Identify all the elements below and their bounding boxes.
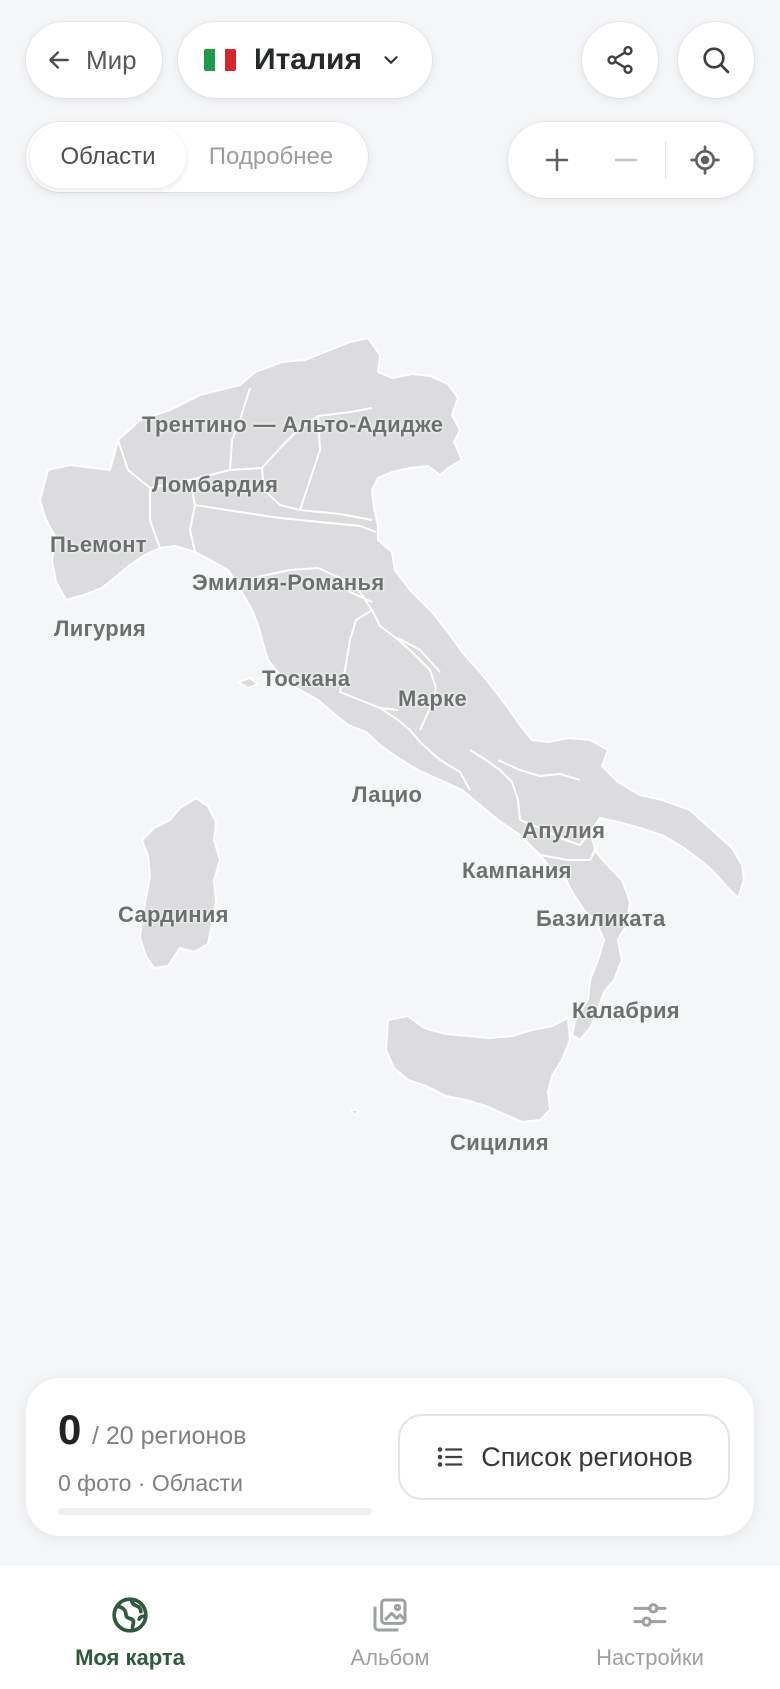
share-icon — [607, 46, 633, 74]
arrow-left-icon — [49, 51, 69, 69]
segment-details[interactable]: Подробнее — [186, 126, 356, 188]
country-name: Италия — [254, 43, 362, 76]
controls-divider — [665, 141, 667, 179]
map-controls — [508, 122, 754, 198]
italy-flag-icon — [204, 49, 236, 71]
region-label-piemonte[interactable]: Пьемонт — [50, 532, 147, 558]
region-label-liguria[interactable]: Лигурия — [54, 616, 146, 642]
bottom-tab-bar: Моя карта Альбом Настройки — [0, 1564, 780, 1689]
region-label-lombardia[interactable]: Ломбардия — [152, 472, 278, 498]
share-button[interactable] — [582, 22, 658, 98]
italy-map[interactable]: Трентино — Альто-Адидже Ломбардия Пьемон… — [0, 320, 780, 1240]
region-label-lazio[interactable]: Лацио — [352, 782, 422, 808]
region-label-sardegna[interactable]: Сардиния — [118, 902, 229, 928]
globe-icon — [112, 1597, 148, 1633]
region-label-basilicata[interactable]: Базиликата — [536, 906, 666, 932]
plus-icon — [545, 148, 568, 172]
tab-album[interactable]: Альбом — [260, 1565, 520, 1689]
list-icon — [437, 1447, 463, 1467]
regions-list-label: Список регионов — [481, 1441, 693, 1472]
search-button[interactable] — [678, 22, 754, 98]
region-label-calabria[interactable]: Калабрия — [572, 998, 680, 1024]
sicily-shape — [385, 1015, 571, 1123]
region-label-trentino[interactable]: Трентино — Альто-Адидже — [142, 412, 443, 438]
minus-icon — [614, 158, 638, 162]
region-label-marche[interactable]: Марке — [398, 686, 467, 712]
view-mode-segmented-control: Области Подробнее — [26, 122, 368, 192]
album-icon — [373, 1598, 407, 1632]
elba-shape — [237, 677, 259, 689]
region-label-puglia[interactable]: Апулия — [522, 818, 605, 844]
chevron-down-icon — [384, 56, 398, 64]
map-shapes — [39, 337, 745, 1123]
progress-bar — [58, 1508, 372, 1515]
search-icon — [703, 47, 730, 74]
region-label-toscana[interactable]: Тоскана — [262, 666, 350, 692]
regions-list-button[interactable]: Список регионов — [398, 1414, 730, 1500]
zoom-in-button[interactable] — [527, 130, 587, 190]
region-label-emilia-romagna[interactable]: Эмилия-Романья — [192, 570, 384, 596]
tab-album-label: Альбом — [350, 1645, 430, 1670]
small-island-shape — [349, 1109, 359, 1117]
visited-count: 0 — [58, 1406, 82, 1453]
tab-my-map[interactable]: Моя карта — [0, 1565, 260, 1689]
segment-regions[interactable]: Области — [30, 126, 186, 188]
back-to-world-button[interactable]: Мир — [26, 22, 162, 98]
sardinia-shape — [139, 797, 221, 969]
tab-settings-label: Настройки — [596, 1645, 704, 1670]
zoom-out-button[interactable] — [596, 130, 656, 190]
tab-my-map-label: Моя карта — [75, 1645, 185, 1670]
progress-summary-card: 0 / 20 регионов 0 фото · Области Список … — [26, 1378, 754, 1536]
tab-settings[interactable]: Настройки — [520, 1565, 780, 1689]
locate-button[interactable] — [675, 130, 735, 190]
crosshair-icon — [690, 145, 721, 175]
sliders-icon — [633, 1603, 667, 1627]
region-label-sicilia[interactable]: Сицилия — [450, 1130, 549, 1156]
summary-meta: 0 фото · Области — [58, 1470, 244, 1496]
region-label-campania[interactable]: Кампания — [462, 858, 572, 884]
back-label: Мир — [86, 44, 137, 75]
country-selector[interactable]: Италия — [178, 22, 432, 98]
total-regions-text: / 20 регионов — [92, 1422, 247, 1450]
